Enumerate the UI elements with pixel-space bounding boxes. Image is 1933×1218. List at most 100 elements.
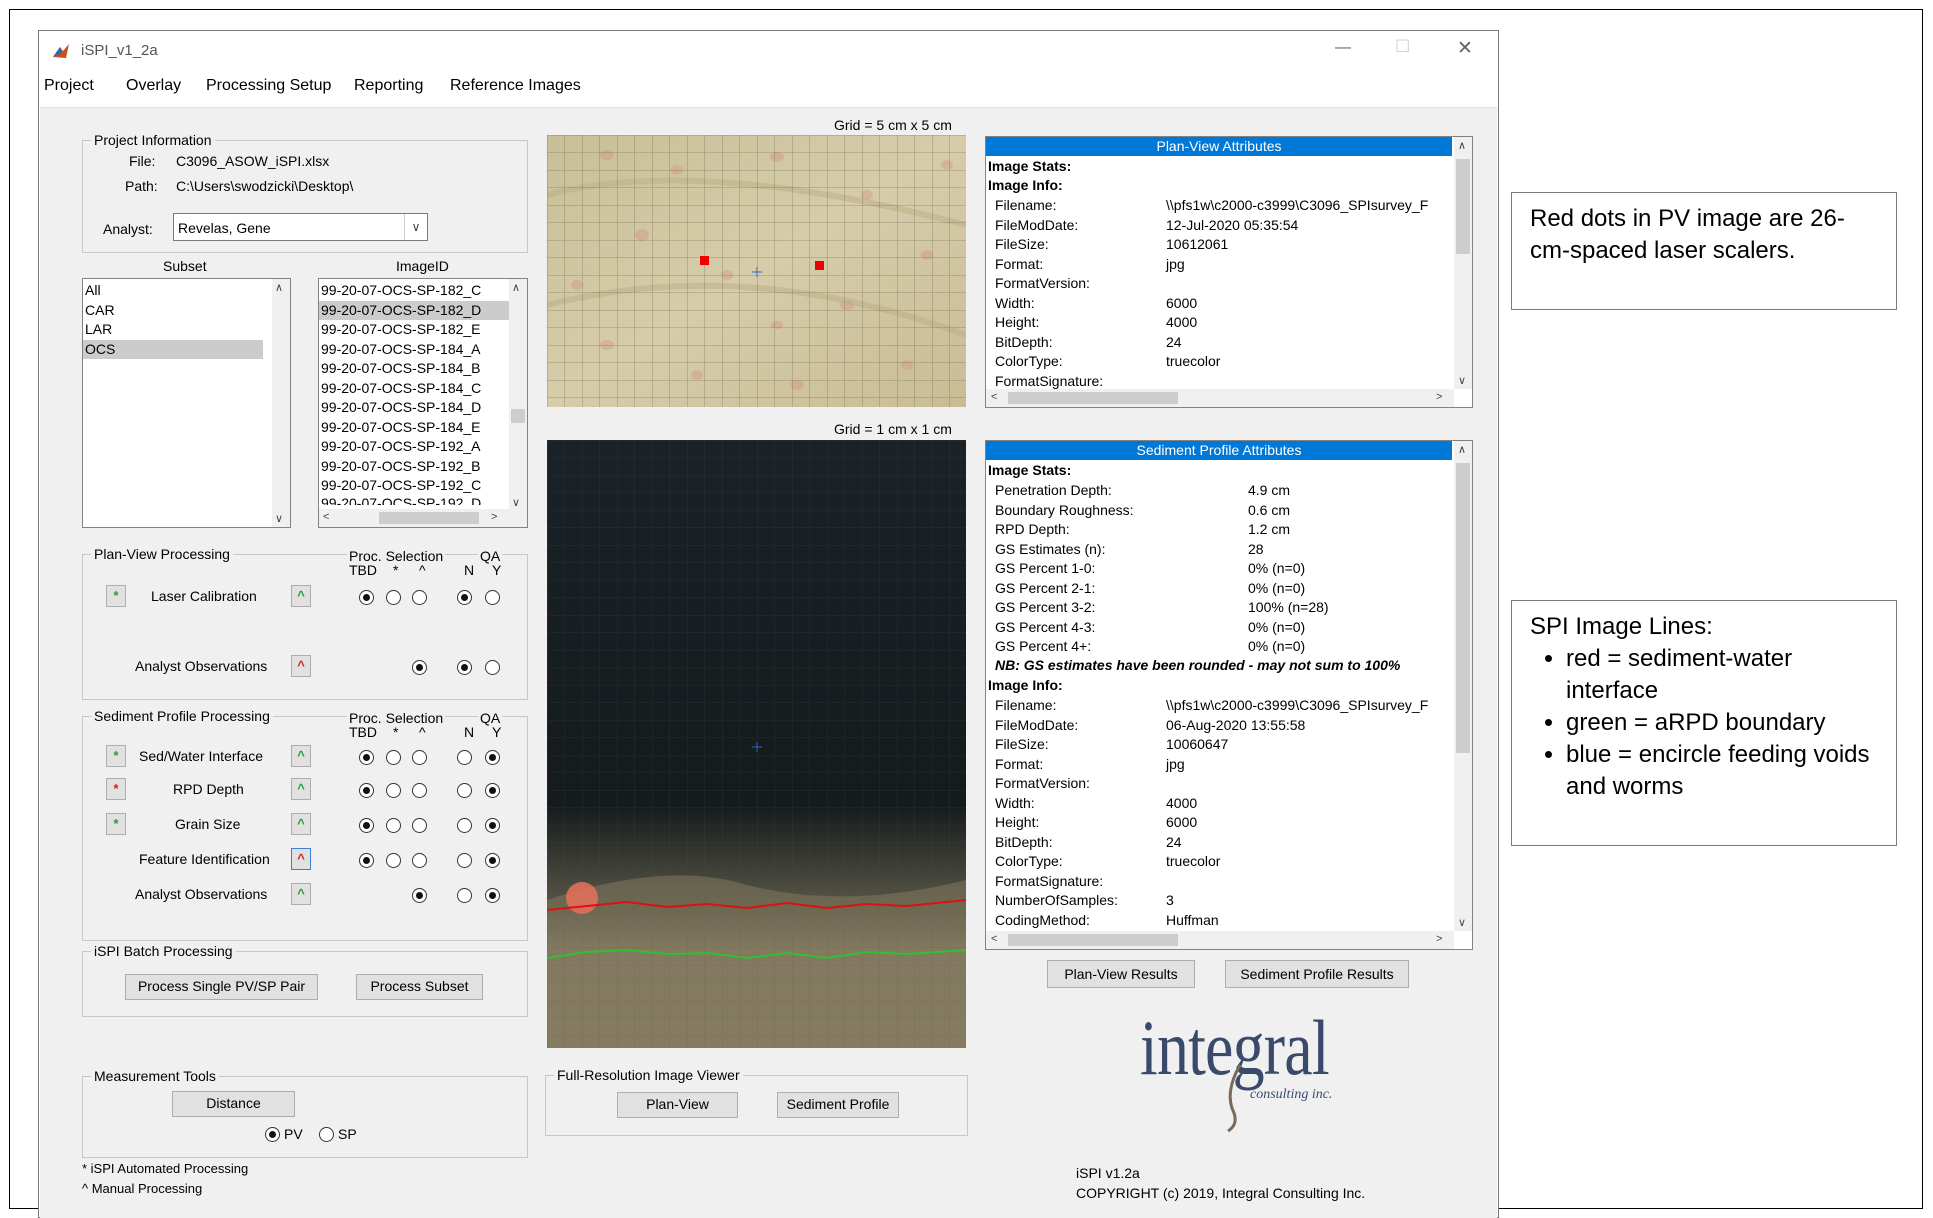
feature-identification-manual-radio[interactable] [412, 853, 427, 868]
rpd-depth-auto-button[interactable]: * [106, 778, 126, 800]
list-item[interactable]: 99-20-07-OCS-SP-192_A [319, 437, 509, 457]
rpd-depth-qa-y-radio[interactable] [485, 783, 500, 798]
grain-size-manual-radio[interactable] [412, 818, 427, 833]
pv-analyst-observations-manual-radio[interactable] [412, 660, 427, 675]
list-item-selected[interactable]: 99-20-07-OCS-SP-182_D [319, 300, 509, 320]
feature-identification-manual-button[interactable]: ^ [291, 848, 311, 870]
analyst-dropdown[interactable]: Revelas, Gene ∨ [173, 213, 428, 241]
list-item[interactable]: 99-20-07-OCS-SP-184_D [319, 398, 509, 418]
grain-size-tbd-radio[interactable] [359, 818, 374, 833]
scroll-thumb[interactable] [1008, 392, 1178, 404]
scroll-thumb[interactable] [379, 512, 479, 524]
plan-view-attributes-panel[interactable]: Plan-View Attributes Image Stats: Image … [985, 136, 1473, 408]
scroll-down-icon[interactable]: ∨ [1458, 916, 1466, 929]
sed-water-tbd-radio[interactable] [359, 750, 374, 765]
grain-size-qa-y-radio[interactable] [485, 818, 500, 833]
menu-reference-images[interactable]: Reference Images [450, 77, 581, 95]
pv-analyst-observations-qa-y-radio[interactable] [485, 660, 500, 675]
imageid-list[interactable]: 99-20-07-OCS-SP-182_C 99-20-07-OCS-SP-18… [318, 278, 528, 528]
list-item[interactable]: 99-20-07-OCS-SP-184_A [319, 340, 509, 360]
scroll-up-icon[interactable]: ∧ [1458, 139, 1466, 152]
sediment-profile-results-button[interactable]: Sediment Profile Results [1225, 960, 1409, 988]
pv-attributes-hscrollbar[interactable]: < > [986, 389, 1454, 407]
grain-size-auto-button[interactable]: * [106, 813, 126, 835]
sp-attributes-vscrollbar[interactable]: ∧ ∨ [1454, 441, 1472, 931]
scroll-down-icon[interactable]: ∨ [275, 512, 283, 525]
sediment-profile-viewer-button[interactable]: Sediment Profile [777, 1092, 899, 1118]
list-item[interactable]: 99-20-07-OCS-SP-184_E [319, 418, 509, 438]
pv-attributes-vscrollbar[interactable]: ∧ ∨ [1454, 137, 1472, 389]
sp-attributes-hscrollbar[interactable]: < > [986, 931, 1454, 949]
scroll-left-icon[interactable]: < [991, 933, 997, 945]
scroll-up-icon[interactable]: ∧ [512, 281, 520, 294]
rpd-depth-auto-radio[interactable] [386, 783, 401, 798]
scroll-left-icon[interactable]: < [991, 391, 997, 403]
menu-processing-setup[interactable]: Processing Setup [206, 77, 331, 95]
list-item[interactable]: CAR [83, 301, 263, 321]
feature-identification-qa-y-radio[interactable] [485, 853, 500, 868]
laser-calibration-manual-radio[interactable] [412, 590, 427, 605]
sed-water-qa-n-radio[interactable] [457, 750, 472, 765]
sed-water-manual-radio[interactable] [412, 750, 427, 765]
sp-radio[interactable] [319, 1127, 334, 1142]
plan-view-image[interactable] [546, 135, 968, 407]
laser-calibration-manual-button[interactable]: ^ [291, 585, 311, 607]
list-item[interactable]: LAR [83, 320, 263, 340]
rpd-depth-manual-radio[interactable] [412, 783, 427, 798]
sp-analyst-observations-qa-n-radio[interactable] [457, 888, 472, 903]
sed-water-manual-button[interactable]: ^ [291, 745, 311, 767]
scroll-up-icon[interactable]: ∧ [275, 281, 283, 294]
sp-analyst-observations-manual-radio[interactable] [412, 888, 427, 903]
sp-analyst-observations-manual-button[interactable]: ^ [291, 883, 311, 905]
plan-view-results-button[interactable]: Plan-View Results [1047, 960, 1195, 988]
imageid-vscrollbar[interactable]: ∧ ∨ [509, 279, 527, 511]
list-item[interactable]: 99-20-07-OCS-SP-182_E [319, 320, 509, 340]
subset-list[interactable]: All CAR LAR OCS ∧ ∨ [82, 278, 291, 528]
laser-calibration-tbd-radio[interactable] [359, 590, 374, 605]
sediment-profile-image[interactable] [546, 440, 967, 1048]
scroll-down-icon[interactable]: ∨ [1458, 374, 1466, 387]
laser-calibration-qa-n-radio[interactable] [457, 590, 472, 605]
pv-analyst-observations-manual-button[interactable]: ^ [291, 655, 311, 677]
scroll-up-icon[interactable]: ∧ [1458, 443, 1466, 456]
scroll-thumb[interactable] [1008, 934, 1178, 946]
sed-water-auto-button[interactable]: * [106, 745, 126, 767]
list-item[interactable]: 99-20-07-OCS-SP-184_B [319, 359, 509, 379]
pv-analyst-observations-qa-n-radio[interactable] [457, 660, 472, 675]
menu-project[interactable]: Project [44, 77, 94, 95]
laser-calibration-auto-button[interactable]: * [106, 585, 126, 607]
list-item[interactable]: All [83, 281, 263, 301]
rpd-depth-tbd-radio[interactable] [359, 783, 374, 798]
feature-identification-qa-n-radio[interactable] [457, 853, 472, 868]
scroll-thumb[interactable] [511, 409, 525, 423]
scroll-thumb[interactable] [1456, 463, 1470, 753]
scroll-left-icon[interactable]: < [323, 511, 329, 523]
process-single-pair-button[interactable]: Process Single PV/SP Pair [125, 974, 318, 1000]
list-item[interactable]: 99-20-07-OCS-SP-184_C [319, 379, 509, 399]
list-item-selected[interactable]: OCS [83, 339, 263, 359]
laser-calibration-auto-radio[interactable] [386, 590, 401, 605]
rpd-depth-manual-button[interactable]: ^ [291, 778, 311, 800]
maximize-button[interactable]: ☐ [1395, 37, 1410, 57]
scroll-right-icon[interactable]: > [491, 511, 497, 523]
plan-view-viewer-button[interactable]: Plan-View [617, 1092, 738, 1118]
menu-reporting[interactable]: Reporting [354, 77, 423, 95]
scroll-right-icon[interactable]: > [1436, 933, 1442, 945]
list-item[interactable]: 99-20-07-OCS-SP-182_C [319, 281, 509, 301]
list-item[interactable]: 99-20-07-OCS-SP-192_D [319, 496, 509, 505]
sp-analyst-observations-qa-y-radio[interactable] [485, 888, 500, 903]
feature-identification-auto-radio[interactable] [386, 853, 401, 868]
scroll-thumb[interactable] [1456, 159, 1470, 254]
pv-radio[interactable] [265, 1127, 280, 1142]
grain-size-auto-radio[interactable] [386, 818, 401, 833]
grain-size-qa-n-radio[interactable] [457, 818, 472, 833]
close-button[interactable]: ✕ [1457, 37, 1473, 60]
list-item[interactable]: 99-20-07-OCS-SP-192_C [319, 476, 509, 496]
process-subset-button[interactable]: Process Subset [356, 974, 483, 1000]
menu-overlay[interactable]: Overlay [126, 77, 181, 95]
grain-size-manual-button[interactable]: ^ [291, 813, 311, 835]
scroll-down-icon[interactable]: ∨ [512, 496, 520, 509]
minimize-button[interactable]: — [1335, 39, 1351, 57]
sed-water-qa-y-radio[interactable] [485, 750, 500, 765]
feature-identification-tbd-radio[interactable] [359, 853, 374, 868]
